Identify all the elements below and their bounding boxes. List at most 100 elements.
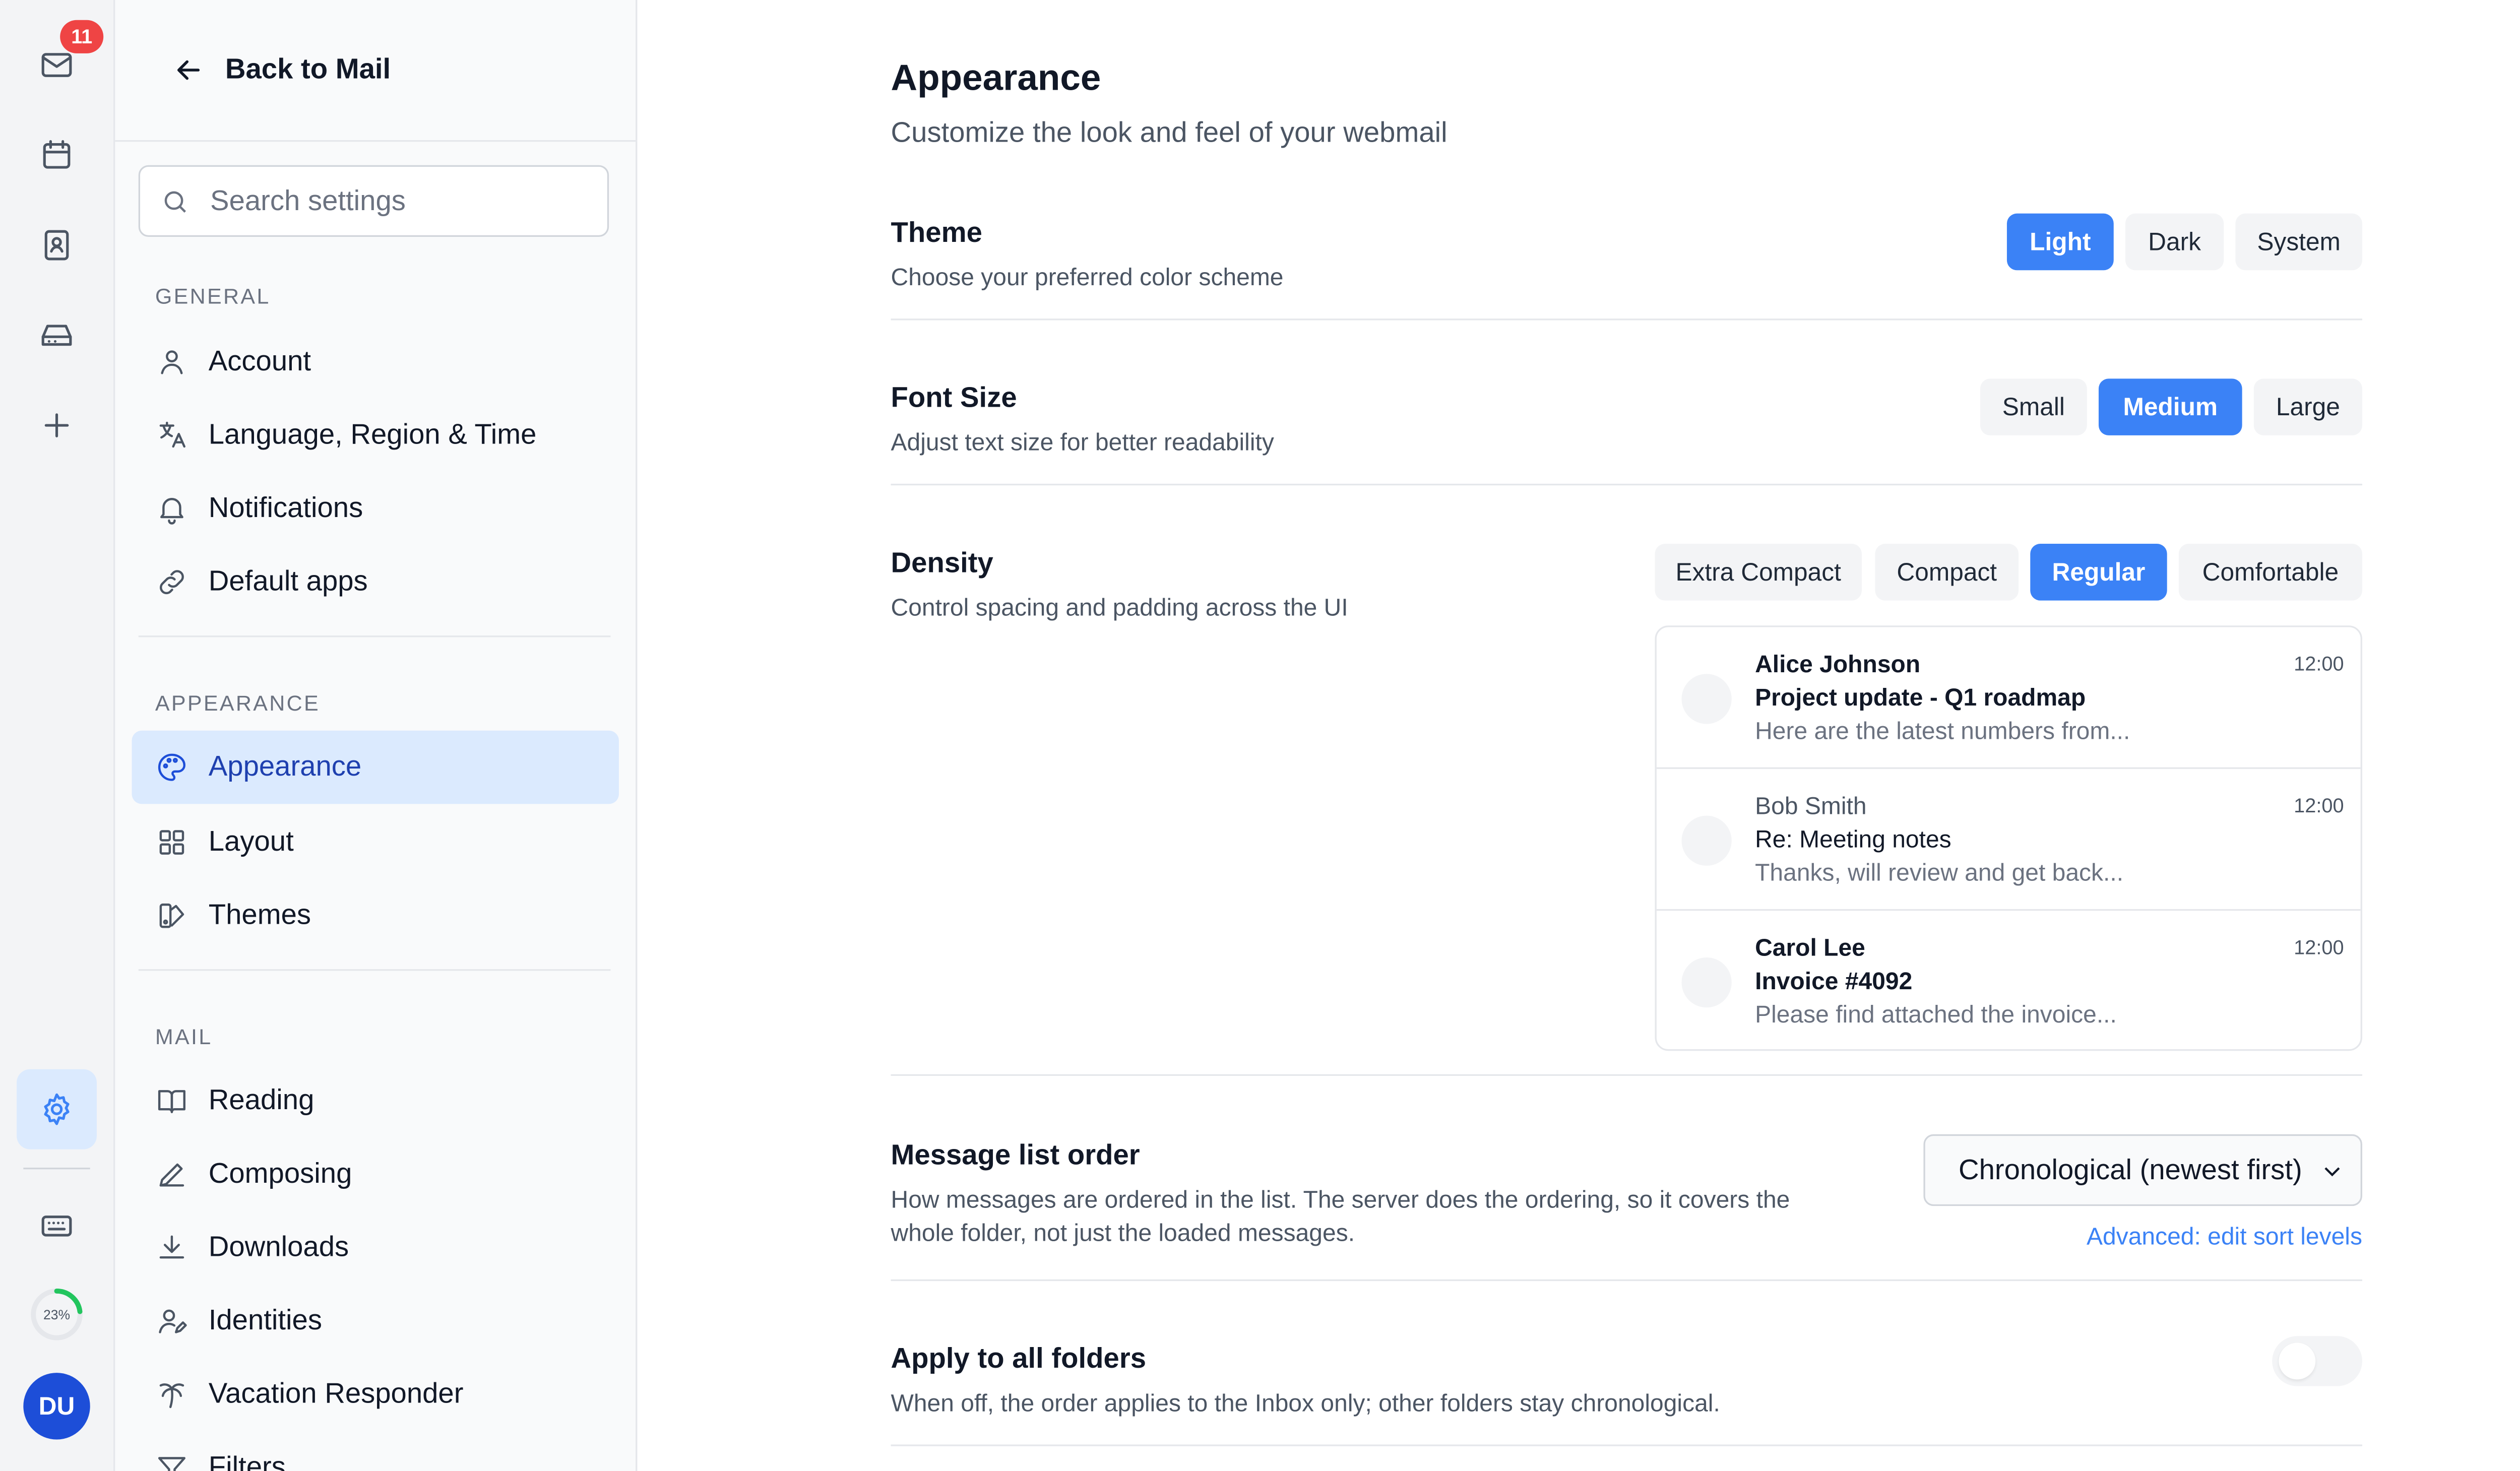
section-divider [891,318,2362,321]
keyboard-shortcuts-button[interactable] [17,1186,97,1266]
back-to-mail-label: Back to Mail [225,53,391,85]
back-to-mail-link[interactable]: Back to Mail [172,47,391,94]
theme-option-light[interactable]: Light [2006,213,2114,271]
app-rail: 11 23% DU [0,0,115,1471]
avatar [1681,674,1732,724]
message-time: 12:00 [2294,794,2344,817]
font-size-option-large[interactable]: Large [2253,378,2362,435]
sidebar-item-label: Language, Region & Time [208,418,537,451]
message-sender: Carol Lee [1755,935,1865,963]
sidebar-item-layout[interactable]: Layout [132,806,619,879]
chevron-down-icon [2324,1167,2340,1177]
apply-all-description: When off, the order applies to the Inbox… [891,1391,1720,1418]
density-option-extra-compact[interactable]: Extra Compact [1655,544,1862,601]
sidebar-divider [138,969,611,971]
settings-search[interactable] [138,165,609,237]
message-order-title: Message list order [891,1139,1140,1171]
sidebar-item-label: Identities [208,1304,322,1336]
user-icon [161,350,183,374]
sidebar-item-label: Themes [208,899,311,931]
message-order-select[interactable]: Chronological (newest first) [1923,1134,2362,1206]
message-snippet: Please find attached the invoice... [1755,1002,2117,1030]
density-description: Control spacing and padding across the U… [891,595,1348,622]
sidebar-item-label: Layout [208,825,294,858]
sidebar-item-default-apps[interactable]: Default apps [132,545,619,619]
preview-message: Alice Johnson Project update - Q1 roadma… [1657,627,2361,768]
contacts-icon [44,230,69,261]
density-option-compact[interactable]: Compact [1875,544,2019,601]
font-size-description: Adjust text size for better readability [891,430,1274,457]
sidebar-item-filters[interactable]: Filters [132,1431,619,1471]
preview-message: Carol Lee Invoice #4092 Please find atta… [1656,909,2361,1049]
theme-option-dark[interactable]: Dark [2125,213,2224,271]
drive-icon [41,325,72,346]
palette-icon [158,753,185,781]
palm-tree-icon [159,1383,184,1409]
settings-icon [44,1093,70,1125]
message-subject: Project update - Q1 roadmap [1755,685,2086,713]
sidebar-item-downloads[interactable]: Downloads [132,1211,619,1285]
avatar [1681,957,1732,1008]
section-heading-general: GENERAL [155,283,271,309]
calendar-button[interactable] [17,115,97,195]
drive-button[interactable] [17,295,97,375]
keyboard-icon [41,1216,72,1237]
message-subject: Invoice #4092 [1755,969,1913,996]
density-preview: Alice Johnson Project update - Q1 roadma… [1655,625,2362,1051]
sidebar-item-appearance[interactable]: Appearance [132,730,619,804]
contacts-button[interactable] [17,205,97,285]
font-size-title: Font Size [891,381,1017,414]
settings-search-input[interactable] [207,182,581,220]
section-divider [891,1444,2362,1446]
message-snippet: Here are the latest numbers from... [1755,719,2130,746]
density-title: Density [891,547,993,579]
sidebar-item-notifications[interactable]: Notifications [132,472,619,546]
sidebar-item-composing[interactable]: Composing [132,1137,619,1211]
plus-icon [44,413,69,437]
sidebar-item-identities[interactable]: Identities [132,1285,619,1358]
apply-all-title: Apply to all folders [891,1342,1147,1375]
sidebar-item-account[interactable]: Account [132,325,619,399]
theme-description: Choose your preferred color scheme [891,265,1284,292]
density-option-regular[interactable]: Regular [2030,544,2167,601]
user-avatar[interactable]: DU [23,1373,90,1440]
message-time: 12:00 [2294,935,2344,960]
add-button[interactable] [17,386,97,466]
sidebar-item-themes[interactable]: Themes [132,879,619,952]
density-option-comfortable[interactable]: Comfortable [2178,544,2362,601]
message-time: 12:00 [2294,652,2344,676]
apply-all-toggle[interactable] [2272,1336,2362,1386]
mail-unread-badge: 11 [60,20,104,53]
message-sender: Alice Johnson [1755,652,1921,679]
storage-percent: 23% [43,1307,71,1322]
bell-icon [160,498,183,525]
sidebar-item-label: Filters [208,1451,286,1471]
swatch-icon [159,903,184,928]
sidebar-item-label: Composing [208,1158,352,1190]
preview-message: Bob Smith Re: Meeting notes Thanks, will… [1656,767,2361,909]
theme-title: Theme [891,217,982,249]
advanced-sort-link[interactable]: Advanced: edit sort levels [2087,1225,2362,1251]
section-heading-mail: MAIL [155,1024,213,1049]
message-sender: Bob Smith [1755,794,1867,821]
theme-option-system[interactable]: System [2235,213,2362,271]
sidebar-item-reading[interactable]: Reading [132,1064,619,1138]
message-order-description: How messages are ordered in the list. Th… [891,1187,1790,1248]
sidebar-item-label: Appearance [208,750,362,783]
download-icon [159,1235,184,1259]
page-subtitle: Customize the look and feel of your webm… [891,116,1447,149]
sidebar-item-label: Vacation Responder [208,1378,464,1410]
font-size-option-small[interactable]: Small [1980,378,2087,435]
settings-sidebar: Back to Mail GENERAL Account Language, R… [115,0,638,1471]
sidebar-item-vacation-responder[interactable]: Vacation Responder [132,1358,619,1431]
calendar-icon [43,140,71,169]
filter-icon [158,1457,185,1471]
mail-icon [41,53,72,77]
sidebar-item-language[interactable]: Language, Region & Time [132,399,619,472]
settings-button[interactable] [17,1069,97,1149]
search-icon [164,190,186,212]
sidebar-divider [138,635,611,637]
page-title: Appearance [891,56,1101,99]
font-size-option-medium[interactable]: Medium [2098,378,2242,435]
section-divider [891,1279,2362,1282]
